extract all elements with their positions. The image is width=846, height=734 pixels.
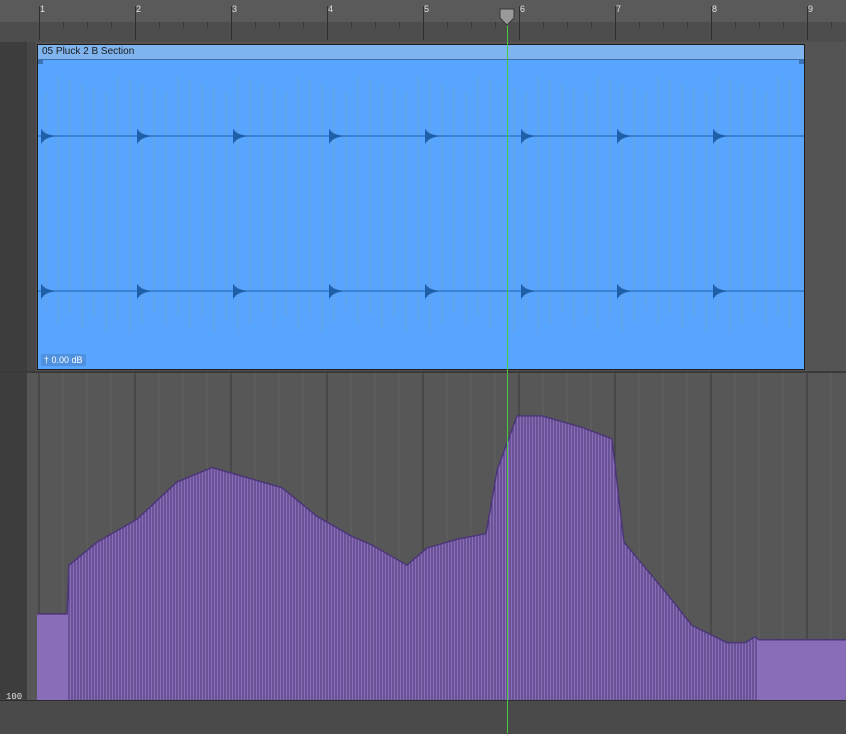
bar-number: 4 <box>328 4 334 14</box>
region-header[interactable]: 05 Pluck 2 B Section <box>38 45 804 60</box>
beat-tick <box>399 22 400 28</box>
bottom-bar <box>0 700 846 734</box>
region-right-handle[interactable] <box>799 59 804 64</box>
beat-tick <box>447 22 448 28</box>
bar-number: 6 <box>520 4 526 14</box>
playhead-marker-icon[interactable] <box>499 8 515 26</box>
waveform <box>38 75 804 335</box>
beat-tick <box>351 22 352 28</box>
gain-value: 0.00 dB <box>51 355 83 365</box>
beat-tick <box>471 22 472 28</box>
beat-tick <box>87 22 88 28</box>
audio-region[interactable]: 05 Pluck 2 B Section † 0.00 dB <box>37 44 805 370</box>
beat-tick <box>495 22 496 28</box>
automation-lane[interactable] <box>27 373 846 700</box>
automation-curve <box>37 373 846 700</box>
beat-tick <box>591 22 592 28</box>
dagger-icon: † <box>44 355 50 365</box>
beat-tick <box>831 22 832 28</box>
beat-tick <box>543 22 544 28</box>
bar-number: 9 <box>808 4 814 14</box>
bar-number: 3 <box>232 4 238 14</box>
beat-tick <box>375 22 376 28</box>
beat-tick <box>183 22 184 28</box>
bar-number: 1 <box>40 4 46 14</box>
region-left-handle[interactable] <box>38 59 43 64</box>
bar-ruler[interactable]: 1 2 3 4 5 6 7 8 9 <box>0 0 846 43</box>
beat-tick <box>63 22 64 28</box>
bar-number: 7 <box>616 4 622 14</box>
beat-tick <box>663 22 664 28</box>
beat-tick <box>567 22 568 28</box>
beat-tick <box>687 22 688 28</box>
bar-number: 2 <box>136 4 142 14</box>
beat-tick <box>783 22 784 28</box>
bar-number: 5 <box>424 4 430 14</box>
playhead-line[interactable] <box>507 18 508 733</box>
beat-tick <box>735 22 736 28</box>
beat-tick <box>279 22 280 28</box>
track-lane-end <box>805 42 846 372</box>
region-name: 05 Pluck 2 B Section <box>42 46 135 57</box>
beat-tick <box>111 22 112 28</box>
bar-number: 8 <box>712 4 718 14</box>
beat-tick <box>759 22 760 28</box>
gain-badge[interactable]: † 0.00 dB <box>41 354 86 366</box>
beat-tick <box>639 22 640 28</box>
beat-tick <box>159 22 160 28</box>
beat-tick <box>303 22 304 28</box>
beat-tick <box>207 22 208 28</box>
beat-tick <box>255 22 256 28</box>
